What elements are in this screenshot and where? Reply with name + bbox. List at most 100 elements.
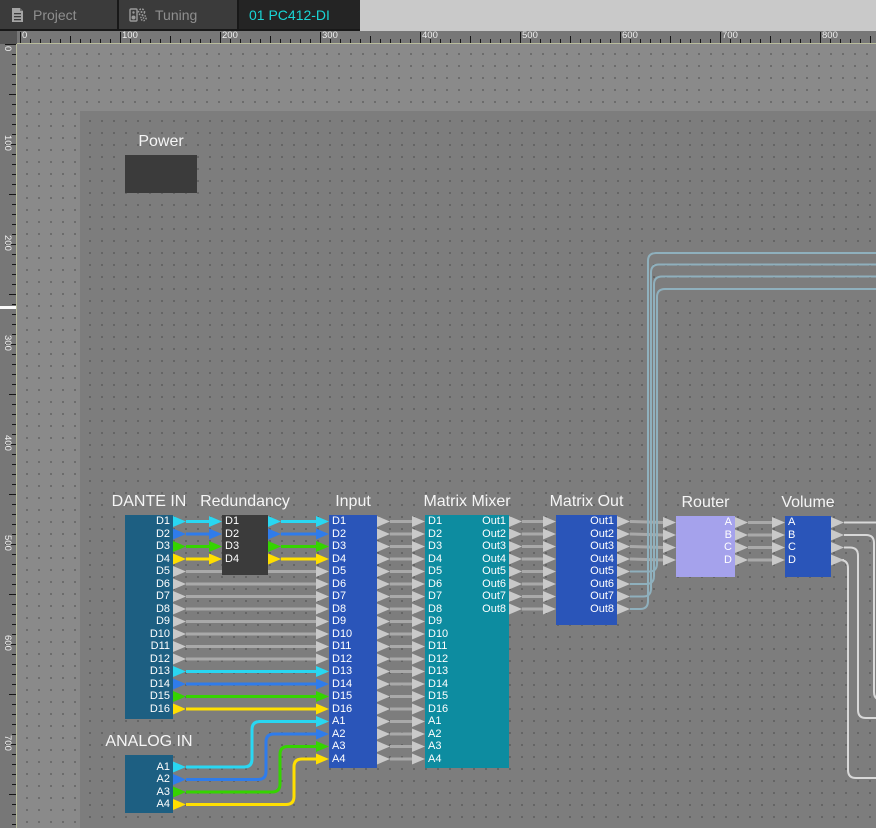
- block-analog-in[interactable]: A1A2 A3A4: [125, 755, 173, 813]
- port-label-d15: D15: [428, 691, 448, 702]
- port-label-d14: D14: [150, 679, 170, 690]
- port-label-d1: D1: [428, 516, 442, 527]
- port-label-d14: D14: [332, 679, 352, 690]
- port-label-d4: D4: [156, 554, 170, 565]
- port-label-d3: D3: [225, 541, 239, 552]
- port-label-d3: D3: [332, 541, 346, 552]
- port-label-d16: D16: [332, 704, 352, 715]
- port-label-d9: D9: [156, 616, 170, 627]
- port-label-d7: D7: [332, 591, 346, 602]
- port-label-out6: Out6: [590, 579, 614, 590]
- port-label-d11: D11: [332, 641, 351, 652]
- provisionaire-window: Project Tuning 01 PC412-DI 0100200300400…: [0, 0, 876, 828]
- tab-tuning[interactable]: Tuning: [119, 0, 237, 29]
- tab-device-01-pc412-di[interactable]: 01 PC412-DI: [239, 0, 360, 29]
- hruler-label: 600: [622, 31, 638, 41]
- port-label-d11: D11: [428, 641, 447, 652]
- tuning-icon: [129, 7, 147, 23]
- port-label-d10: D10: [150, 629, 170, 640]
- ruler-vertical: 0100200300400500600700: [0, 44, 17, 828]
- hruler-label: 200: [222, 31, 238, 41]
- port-label-out1: Out1: [482, 516, 506, 527]
- hruler-label: 800: [822, 31, 838, 41]
- port-label-out4: Out4: [590, 554, 614, 565]
- port-label-d7: D7: [428, 591, 442, 602]
- port-label-d: D: [788, 555, 796, 566]
- port-label-out5: Out5: [482, 566, 506, 577]
- port-label-a4: A4: [157, 799, 170, 810]
- port-label-d16: D16: [428, 704, 448, 715]
- port-label-d1: D1: [332, 516, 346, 527]
- port-label-a2: A2: [157, 774, 170, 785]
- hruler-label: 400: [422, 31, 438, 41]
- vruler-label: 0: [2, 46, 12, 51]
- tab-bar-empty-area: [360, 0, 876, 31]
- ruler-position-indicator: [0, 306, 16, 309]
- tab-bar: Project Tuning 01 PC412-DI: [0, 0, 876, 31]
- port-label-b: B: [725, 530, 732, 541]
- vruler-label: 700: [2, 735, 12, 751]
- tab-project[interactable]: Project: [0, 0, 117, 29]
- port-label-a2: A2: [332, 729, 345, 740]
- port-label-out3: Out3: [482, 541, 506, 552]
- block-input[interactable]: D1D2D3D4D5D6D7D8D9D10D11D12D13D14D15D16A…: [329, 515, 377, 768]
- port-label-c: C: [724, 542, 732, 553]
- port-label-d15: D15: [332, 691, 352, 702]
- port-label-out6: Out6: [482, 579, 506, 590]
- block-power[interactable]: [125, 155, 197, 193]
- port-label-d6: D6: [332, 579, 346, 590]
- port-label-d12: D12: [332, 654, 352, 665]
- port-label-a4: A4: [428, 754, 441, 765]
- hruler-label: 100: [122, 31, 138, 41]
- port-label-d: D: [724, 555, 732, 566]
- vruler-label: 100: [2, 135, 12, 151]
- hruler-label: 700: [722, 31, 738, 41]
- port-label-d10: D10: [332, 629, 352, 640]
- port-label-d2: D2: [225, 529, 239, 540]
- port-label-a1: A1: [157, 762, 170, 773]
- block-router[interactable]: ABCD: [676, 516, 735, 577]
- block-volume[interactable]: ABCD: [785, 516, 831, 577]
- block-redundancy[interactable]: D1 D2D3 D4: [222, 515, 268, 575]
- port-label-d10: D10: [428, 629, 448, 640]
- ruler-horizontal: 0100200300400500600700800: [17, 31, 876, 44]
- port-label-a3: A3: [428, 741, 441, 752]
- port-label-d7: D7: [156, 591, 170, 602]
- port-label-d8: D8: [428, 604, 442, 615]
- port-label-d13: D13: [150, 666, 170, 677]
- port-label-a4: A4: [332, 754, 345, 765]
- port-label-d13: D13: [332, 666, 352, 677]
- port-label-a: A: [725, 517, 732, 528]
- port-label-out3: Out3: [590, 541, 614, 552]
- block-matrix-mixer[interactable]: D1D2D3D4D5D6D7D8D9D10D11D12D13D14D15D16A…: [425, 515, 509, 768]
- port-label-d1: D1: [225, 516, 239, 527]
- port-label-out2: Out2: [590, 529, 614, 540]
- vruler-label: 500: [2, 535, 12, 551]
- tab-device-label: 01 PC412-DI: [249, 7, 330, 23]
- port-label-d3: D3: [428, 541, 442, 552]
- block-dante-in[interactable]: D1D2D3D4D5D6D7D8D9D10D11D12D13D14D15D16: [125, 515, 173, 719]
- port-label-c: C: [788, 542, 796, 553]
- vruler-label: 400: [2, 435, 12, 451]
- port-label-d15: D15: [150, 691, 170, 702]
- port-label-d4: D4: [225, 554, 239, 565]
- port-label-out4: Out4: [482, 554, 506, 565]
- port-label-d2: D2: [428, 529, 442, 540]
- tab-tuning-label: Tuning: [155, 7, 197, 23]
- port-label-d6: D6: [156, 579, 170, 590]
- port-label-b: B: [788, 530, 795, 541]
- port-label-d14: D14: [428, 679, 448, 690]
- port-label-d12: D12: [150, 654, 170, 665]
- port-label-d2: D2: [332, 529, 346, 540]
- port-label-d1: D1: [156, 516, 170, 527]
- port-label-d16: D16: [150, 704, 170, 715]
- port-label-d11: D11: [151, 641, 170, 652]
- tab-project-label: Project: [33, 7, 77, 23]
- port-label-a2: A2: [428, 729, 441, 740]
- port-label-out8: Out8: [590, 604, 614, 615]
- port-label-a3: A3: [157, 787, 170, 798]
- block-matrix-out[interactable]: Out1Out2Out3Out4Out5Out6Out7Out8: [556, 515, 617, 625]
- ruler-corner: [0, 31, 17, 44]
- port-label-d6: D6: [428, 579, 442, 590]
- port-label-d12: D12: [428, 654, 448, 665]
